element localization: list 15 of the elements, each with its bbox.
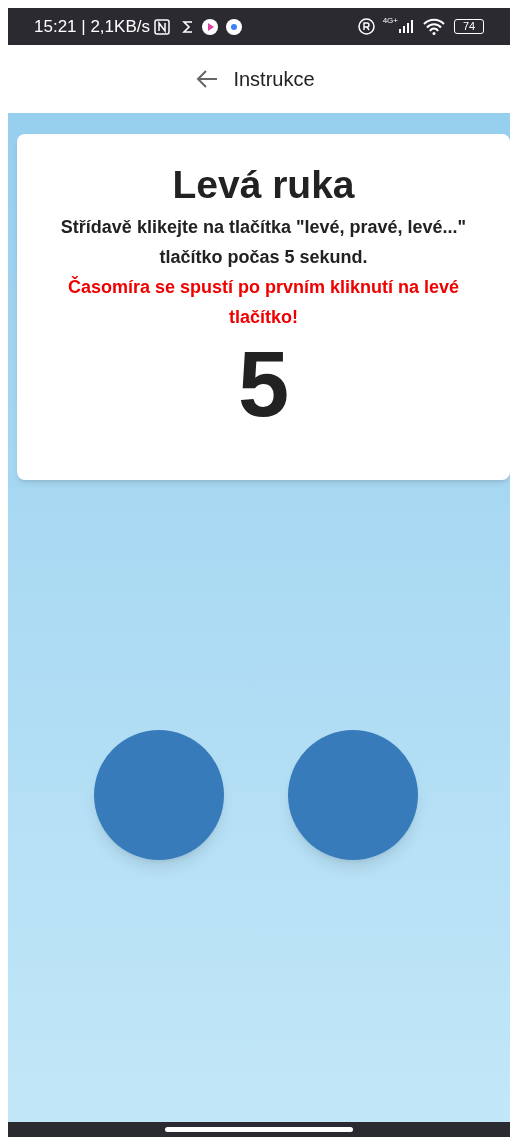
signal-icon bbox=[398, 20, 414, 33]
battery-level: 74 bbox=[462, 21, 476, 32]
back-arrow-icon[interactable] bbox=[195, 69, 220, 89]
countdown-number: 5 bbox=[237, 334, 290, 434]
warning-text: Časomíra se spustí po prvním kliknutí na levé tlačítko! bbox=[66, 275, 461, 329]
sigma-icon bbox=[181, 19, 194, 34]
instruction-text: Střídavě klikejte na tlačítka "levé, pravé, levé..." tlačítko počas 5 sekund. bbox=[59, 216, 468, 269]
card-title: Levá ruka bbox=[172, 162, 355, 208]
nfc-icon bbox=[153, 18, 170, 35]
play-icon bbox=[201, 18, 218, 35]
status-time: 15:21 | 2,1KB/s bbox=[34, 15, 150, 38]
header-title: Instrukce bbox=[233, 67, 315, 92]
wifi-icon bbox=[422, 18, 446, 35]
network-label: 4G+ bbox=[382, 17, 398, 25]
registered-icon bbox=[357, 18, 375, 35]
